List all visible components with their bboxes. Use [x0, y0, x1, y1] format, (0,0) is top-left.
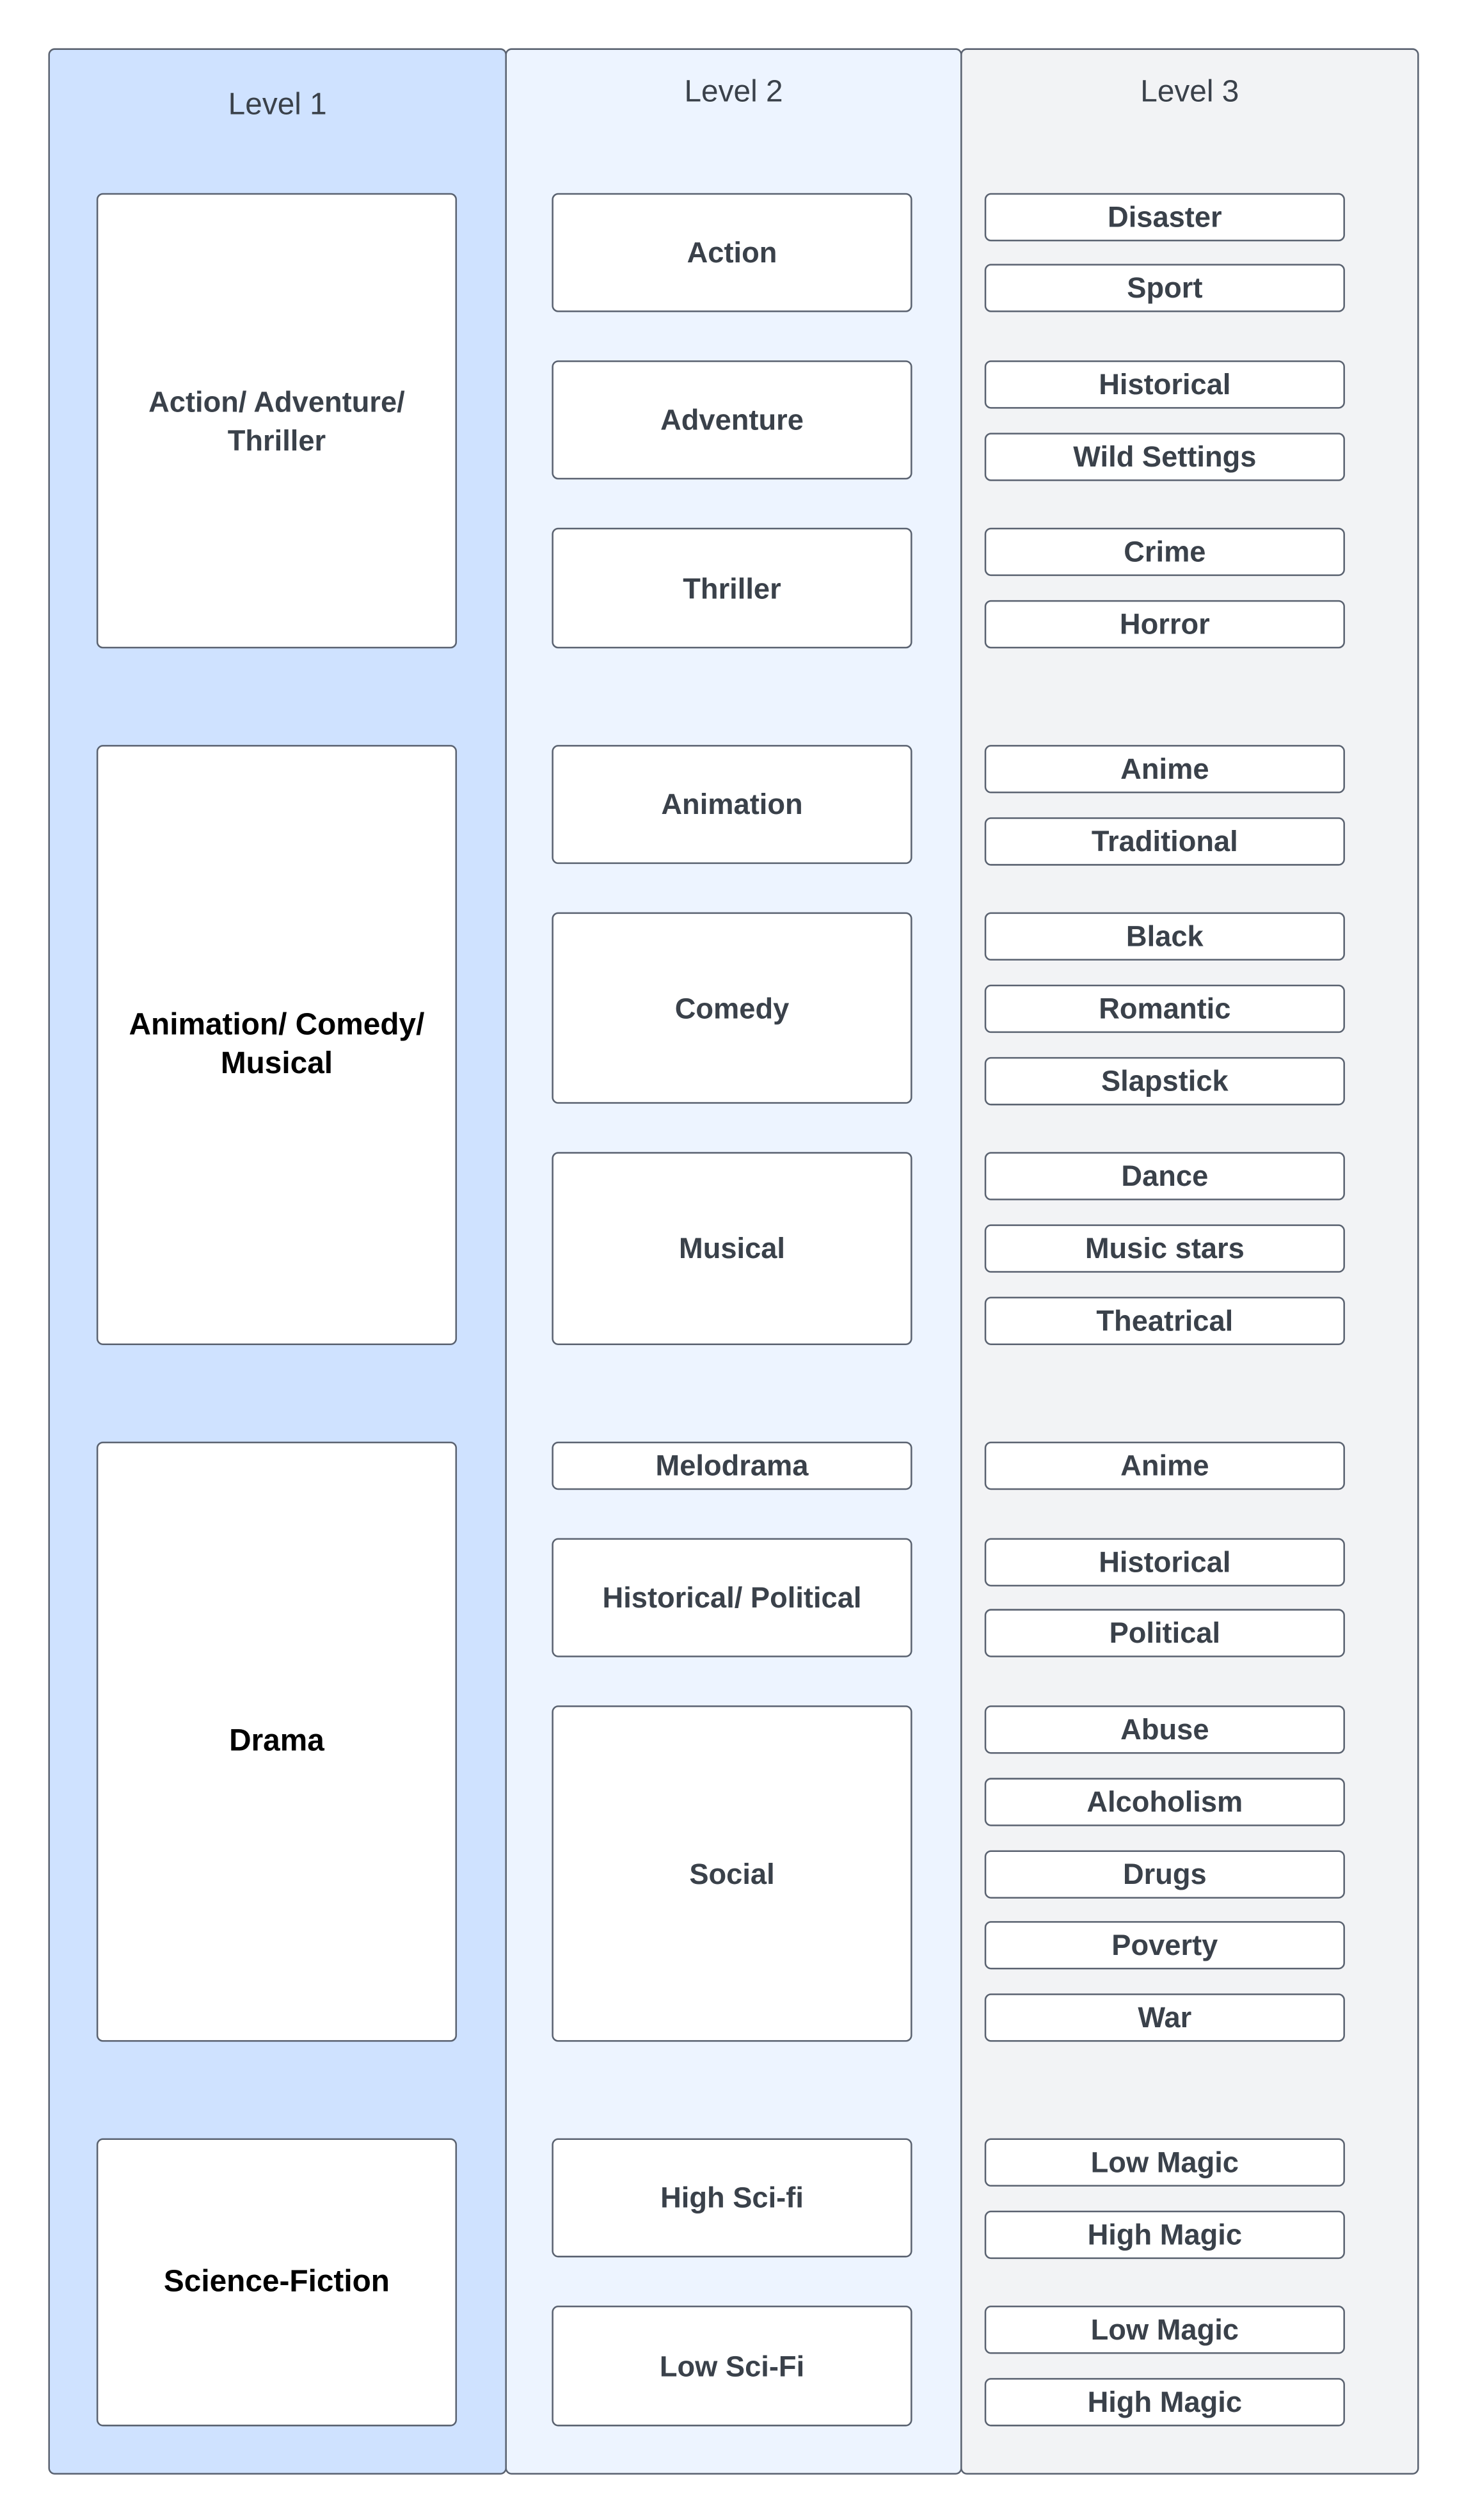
level3-node: Alcoholism — [984, 1778, 1345, 1826]
node-label: Comedy — [674, 992, 790, 1025]
node-label: Animation/ Comedy/ Musical — [129, 1008, 425, 1081]
level3-node: Drugs — [984, 1850, 1345, 1899]
node-label: Disaster — [1108, 201, 1222, 234]
level3-node: Low Magic — [984, 2305, 1345, 2354]
level3-node: Poverty — [984, 1921, 1345, 1970]
node-label: Animation — [661, 788, 803, 821]
node-label: Anime — [1120, 753, 1209, 785]
level3-node: Theatrical — [984, 1296, 1345, 1345]
node-label: Wild Settings — [1073, 440, 1257, 474]
node-label: Music stars — [1085, 1232, 1245, 1265]
level1-node: Animation/ Comedy/ Musical — [96, 745, 458, 1345]
level3-node: Abuse — [984, 1705, 1345, 1754]
column-title: Level 2 — [684, 76, 783, 109]
node-label: Slapstick — [1101, 1065, 1229, 1097]
level1-node: Drama — [96, 1441, 458, 2042]
level3-node: War — [984, 1993, 1345, 2042]
level3-node: Low Magic — [984, 2138, 1345, 2187]
node-label: Black — [1126, 920, 1204, 953]
node-label: Melodrama — [655, 1449, 809, 1482]
node-label: Political — [1109, 1616, 1221, 1650]
level3-node: Traditional — [984, 817, 1345, 866]
level3-node: Black — [984, 912, 1345, 961]
level2-node: Historical/ Political — [552, 1538, 912, 1657]
level2-node: Comedy — [552, 912, 912, 1104]
column-title: Level 1 — [228, 88, 327, 123]
level2-node: Action — [552, 193, 912, 312]
level2-node: Animation — [552, 745, 912, 865]
node-label: Poverty — [1111, 1929, 1218, 1961]
node-label: Crime — [1124, 536, 1206, 568]
level3-node: Dance — [984, 1152, 1345, 1200]
level3-node: High Magic — [984, 2210, 1345, 2260]
node-label: Dance — [1121, 1160, 1209, 1193]
node-label: Thriller — [683, 571, 781, 605]
level3-node: Music stars — [984, 1224, 1345, 1273]
node-label: High Magic — [1087, 2386, 1243, 2418]
node-label: Low Magic — [1090, 2146, 1239, 2179]
level2-node: Melodrama — [552, 1441, 912, 1490]
level3-node: Slapstick — [984, 1057, 1345, 1106]
level3-node: Horror — [984, 600, 1345, 649]
column-title: Level 3 — [1140, 76, 1239, 109]
level3-node: Historical — [984, 360, 1345, 409]
node-label: Alcoholism — [1086, 1785, 1243, 1819]
genre-hierarchy-diagram: Level 1 Level 2 Level 3 Action/ Adventure/ … — [0, 0, 1464, 2519]
node-label: Drugs — [1122, 1858, 1207, 1891]
level3-node: Political — [984, 1609, 1345, 1657]
level3-node: Disaster — [984, 193, 1345, 242]
level2-node: High Sci-fi — [552, 2138, 912, 2258]
node-label: Social — [689, 1857, 775, 1890]
node-label: Traditional — [1091, 825, 1238, 858]
node-label: High Magic — [1087, 2219, 1243, 2251]
level2-node: Musical — [552, 1152, 912, 1345]
node-label: Action — [687, 236, 777, 269]
node-label: War — [1138, 2001, 1192, 2034]
node-label: Anime — [1120, 1449, 1209, 1482]
level2-node: Low Sci-Fi — [552, 2305, 912, 2427]
level2-node: Social — [552, 1705, 912, 2042]
level3-node: Wild Settings — [984, 433, 1345, 481]
node-label: Abuse — [1120, 1713, 1209, 1746]
level3-node: Sport — [984, 264, 1345, 312]
node-label: Historical — [1099, 368, 1231, 401]
node-label: Romantic — [1099, 993, 1231, 1025]
node-label: High Sci-fi — [660, 2181, 804, 2214]
node-label: Sport — [1127, 271, 1203, 305]
node-label: Drama — [229, 1724, 324, 1758]
level1-node: Action/ Adventure/ Thriller — [96, 193, 458, 649]
level3-node: Romantic — [984, 984, 1345, 1033]
level2-node: Adventure — [552, 360, 912, 480]
node-label: Historical/ Political — [602, 1581, 862, 1614]
level3-node: Historical — [984, 1538, 1345, 1587]
node-label: Theatrical — [1096, 1305, 1234, 1337]
level3-node: Anime — [984, 745, 1345, 793]
node-label: Musical — [678, 1232, 786, 1265]
node-label: Low Sci-Fi — [659, 2350, 805, 2382]
level2-node: Thriller — [552, 527, 912, 649]
node-label: Horror — [1119, 608, 1210, 641]
node-label: Low Magic — [1090, 2313, 1239, 2346]
level3-node: Crime — [984, 527, 1345, 577]
level3-node: High Magic — [984, 2378, 1345, 2427]
node-label: Science-Fiction — [163, 2264, 390, 2299]
level3-node: Anime — [984, 1441, 1345, 1490]
node-label: Adventure — [660, 404, 804, 436]
node-label: Historical — [1099, 1546, 1231, 1579]
level1-node: Science-Fiction — [96, 2138, 458, 2427]
node-label: Action/ Adventure/ Thriller — [148, 385, 405, 456]
